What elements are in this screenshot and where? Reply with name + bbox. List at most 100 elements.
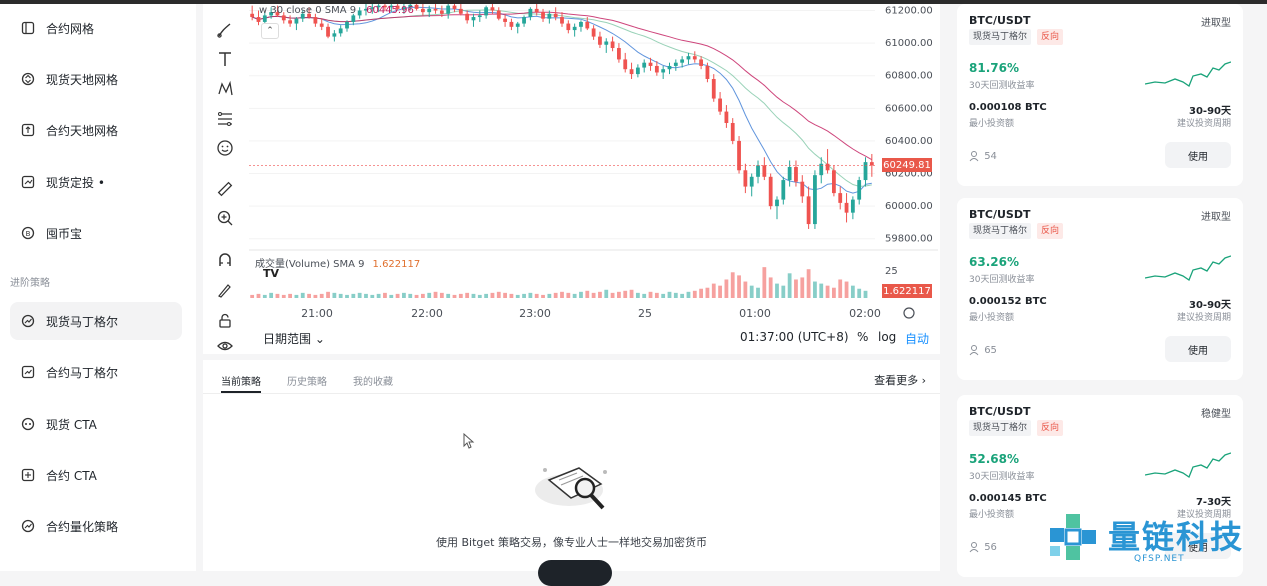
candle-body [781, 180, 786, 200]
auto-scale-toggle[interactable]: 自动 [905, 330, 929, 347]
volume-bar [699, 288, 704, 298]
candle-body [439, 10, 444, 14]
return-sparkline [1145, 452, 1231, 478]
percent-toggle[interactable]: % [857, 330, 868, 344]
volume-bar [680, 293, 685, 298]
see-more-link[interactable]: 查看更多 › [874, 372, 926, 388]
pencil-lock-icon[interactable] [214, 279, 236, 301]
tab-current-strategies[interactable]: 当前策略 [221, 373, 261, 388]
candle-body [850, 199, 855, 213]
volume-bar [756, 287, 760, 298]
strategy-card[interactable]: BTC/USDT 进取型 现货马丁格尔 反向 63.26% 30天回测收益率 0… [957, 198, 1243, 380]
volume-bar [262, 294, 267, 298]
candle-body [724, 111, 729, 123]
y-tick-label: 60000.00 [885, 201, 933, 212]
card-strategy-tag: 现货马丁格尔 [969, 223, 1032, 239]
volume-bar [313, 294, 318, 298]
emoji-tool-icon[interactable] [214, 137, 236, 159]
sidebar-item-coin-hoard[interactable]: B 囤币宝 [10, 214, 182, 252]
sidebar-item-spot-cta[interactable]: 现货 CTA [10, 405, 182, 443]
strategy-card[interactable]: BTC/USDT 进取型 现货马丁格尔 反向 81.76% 30天回测收益率 0… [957, 4, 1243, 186]
volume-bar [458, 293, 463, 298]
volume-bar [560, 291, 564, 298]
sidebar-item-contract-martingale[interactable]: 合约马丁格尔 [10, 353, 182, 391]
sidebar-item-spot-dca[interactable]: 现货定投 • [10, 163, 182, 201]
card-risk-type: 稳健型 [1201, 409, 1231, 420]
volume-bar [420, 293, 425, 298]
volume-bar [863, 290, 868, 298]
chart-settings-icon[interactable] [903, 307, 915, 319]
tab-history-strategies[interactable]: 历史策略 [287, 373, 327, 388]
candle-body [629, 69, 634, 75]
tab-favorites[interactable]: 我的收藏 [353, 373, 393, 388]
volume-axis-label: 25 [885, 266, 898, 277]
candle-body [863, 162, 868, 181]
ruler-tool-icon[interactable] [214, 178, 236, 200]
current-price-tag: 60249.81 [882, 158, 932, 172]
candle-body [345, 21, 349, 29]
candle-body [794, 167, 798, 182]
volume-bar [408, 293, 413, 298]
candle-body [832, 170, 836, 194]
candle-body [458, 8, 463, 14]
sidebar-item-spot-martingale[interactable]: 现货马丁格尔 [10, 302, 182, 340]
candle-body [262, 15, 267, 22]
volume-bar [250, 294, 255, 298]
volume-bar [787, 273, 792, 298]
text-tool-icon[interactable] [214, 48, 236, 70]
candle-body [680, 59, 685, 63]
candle-body [452, 5, 457, 9]
candle-body [566, 23, 571, 31]
volume-value: 1.622117 [372, 259, 421, 270]
volume-bar [326, 291, 330, 298]
chevron-down-icon: ⌄ [314, 332, 325, 346]
volume-bar [629, 289, 634, 298]
card-direction-tag: 反向 [1037, 223, 1064, 239]
empty-state-illustration [535, 467, 607, 510]
card-risk-type: 进取型 [1201, 212, 1231, 223]
y-tick-label: 61000.00 [885, 38, 933, 49]
candle-body [528, 8, 533, 18]
volume-bar [509, 293, 514, 298]
date-range-button[interactable]: 日期范围 ⌄ [263, 330, 325, 347]
y-tick-label: 60800.00 [885, 71, 933, 82]
magnet-icon[interactable] [214, 249, 236, 271]
pattern-tool-icon[interactable] [214, 78, 236, 100]
sidebar-item-contract-cta[interactable]: 合约 CTA [10, 456, 182, 494]
card-period-label: 建议投资周期 [1176, 119, 1231, 129]
candle-body [256, 17, 261, 22]
utc-clock[interactable]: 01:37:00 (UTC+8) [740, 330, 849, 344]
use-strategy-button[interactable]: 使用 [1165, 336, 1231, 362]
sidebar-item-contract-infinity-grid[interactable]: 合约天地网格 [10, 111, 182, 149]
volume-bar [794, 279, 798, 298]
sidebar-item-spot-infinity-grid[interactable]: 现货天地网格 [10, 60, 182, 98]
log-toggle[interactable]: log [878, 330, 896, 344]
volume-bar [395, 293, 400, 298]
sidebar-item-contract-quant[interactable]: 合约量化策略 [10, 507, 182, 545]
candle-body [547, 13, 552, 19]
fib-tool-icon[interactable] [214, 108, 236, 130]
sidebar-item-label: 合约马丁格尔 [46, 365, 119, 380]
sidebar-item-contract-grid[interactable]: 合约网格 [10, 9, 182, 47]
candle-body [414, 4, 419, 9]
candle-body [699, 59, 704, 66]
zoom-in-icon[interactable] [214, 207, 236, 229]
candle-body [534, 8, 539, 13]
candle-body [484, 7, 489, 16]
volume-bar [579, 291, 583, 298]
strategy-sidebar: 合约网格 现货天地网格 合约天地网格 现货定投 • B 囤币宝 进阶策略 现货马… [0, 4, 196, 571]
candlestick-chart[interactable]: 61200.00 61000.00 60800.00 60600.00 60400.00… [245, 4, 940, 326]
brush-tool-icon[interactable] [214, 19, 236, 41]
lock-icon[interactable] [214, 310, 236, 332]
sidebar-item-label: 现货马丁格尔 [46, 314, 119, 329]
collapse-legend-button[interactable]: ⌃ [261, 23, 279, 39]
eye-icon[interactable] [214, 335, 236, 357]
card-users-count: 65 [984, 344, 997, 356]
candle-body [756, 165, 760, 177]
use-strategy-button[interactable]: 使用 [1165, 142, 1231, 168]
volume-bar [737, 275, 741, 298]
candle-body [800, 181, 805, 197]
candle-body [743, 170, 748, 187]
candle-body [718, 98, 722, 112]
sidebar-item-label: 合约量化策略 [46, 519, 119, 534]
